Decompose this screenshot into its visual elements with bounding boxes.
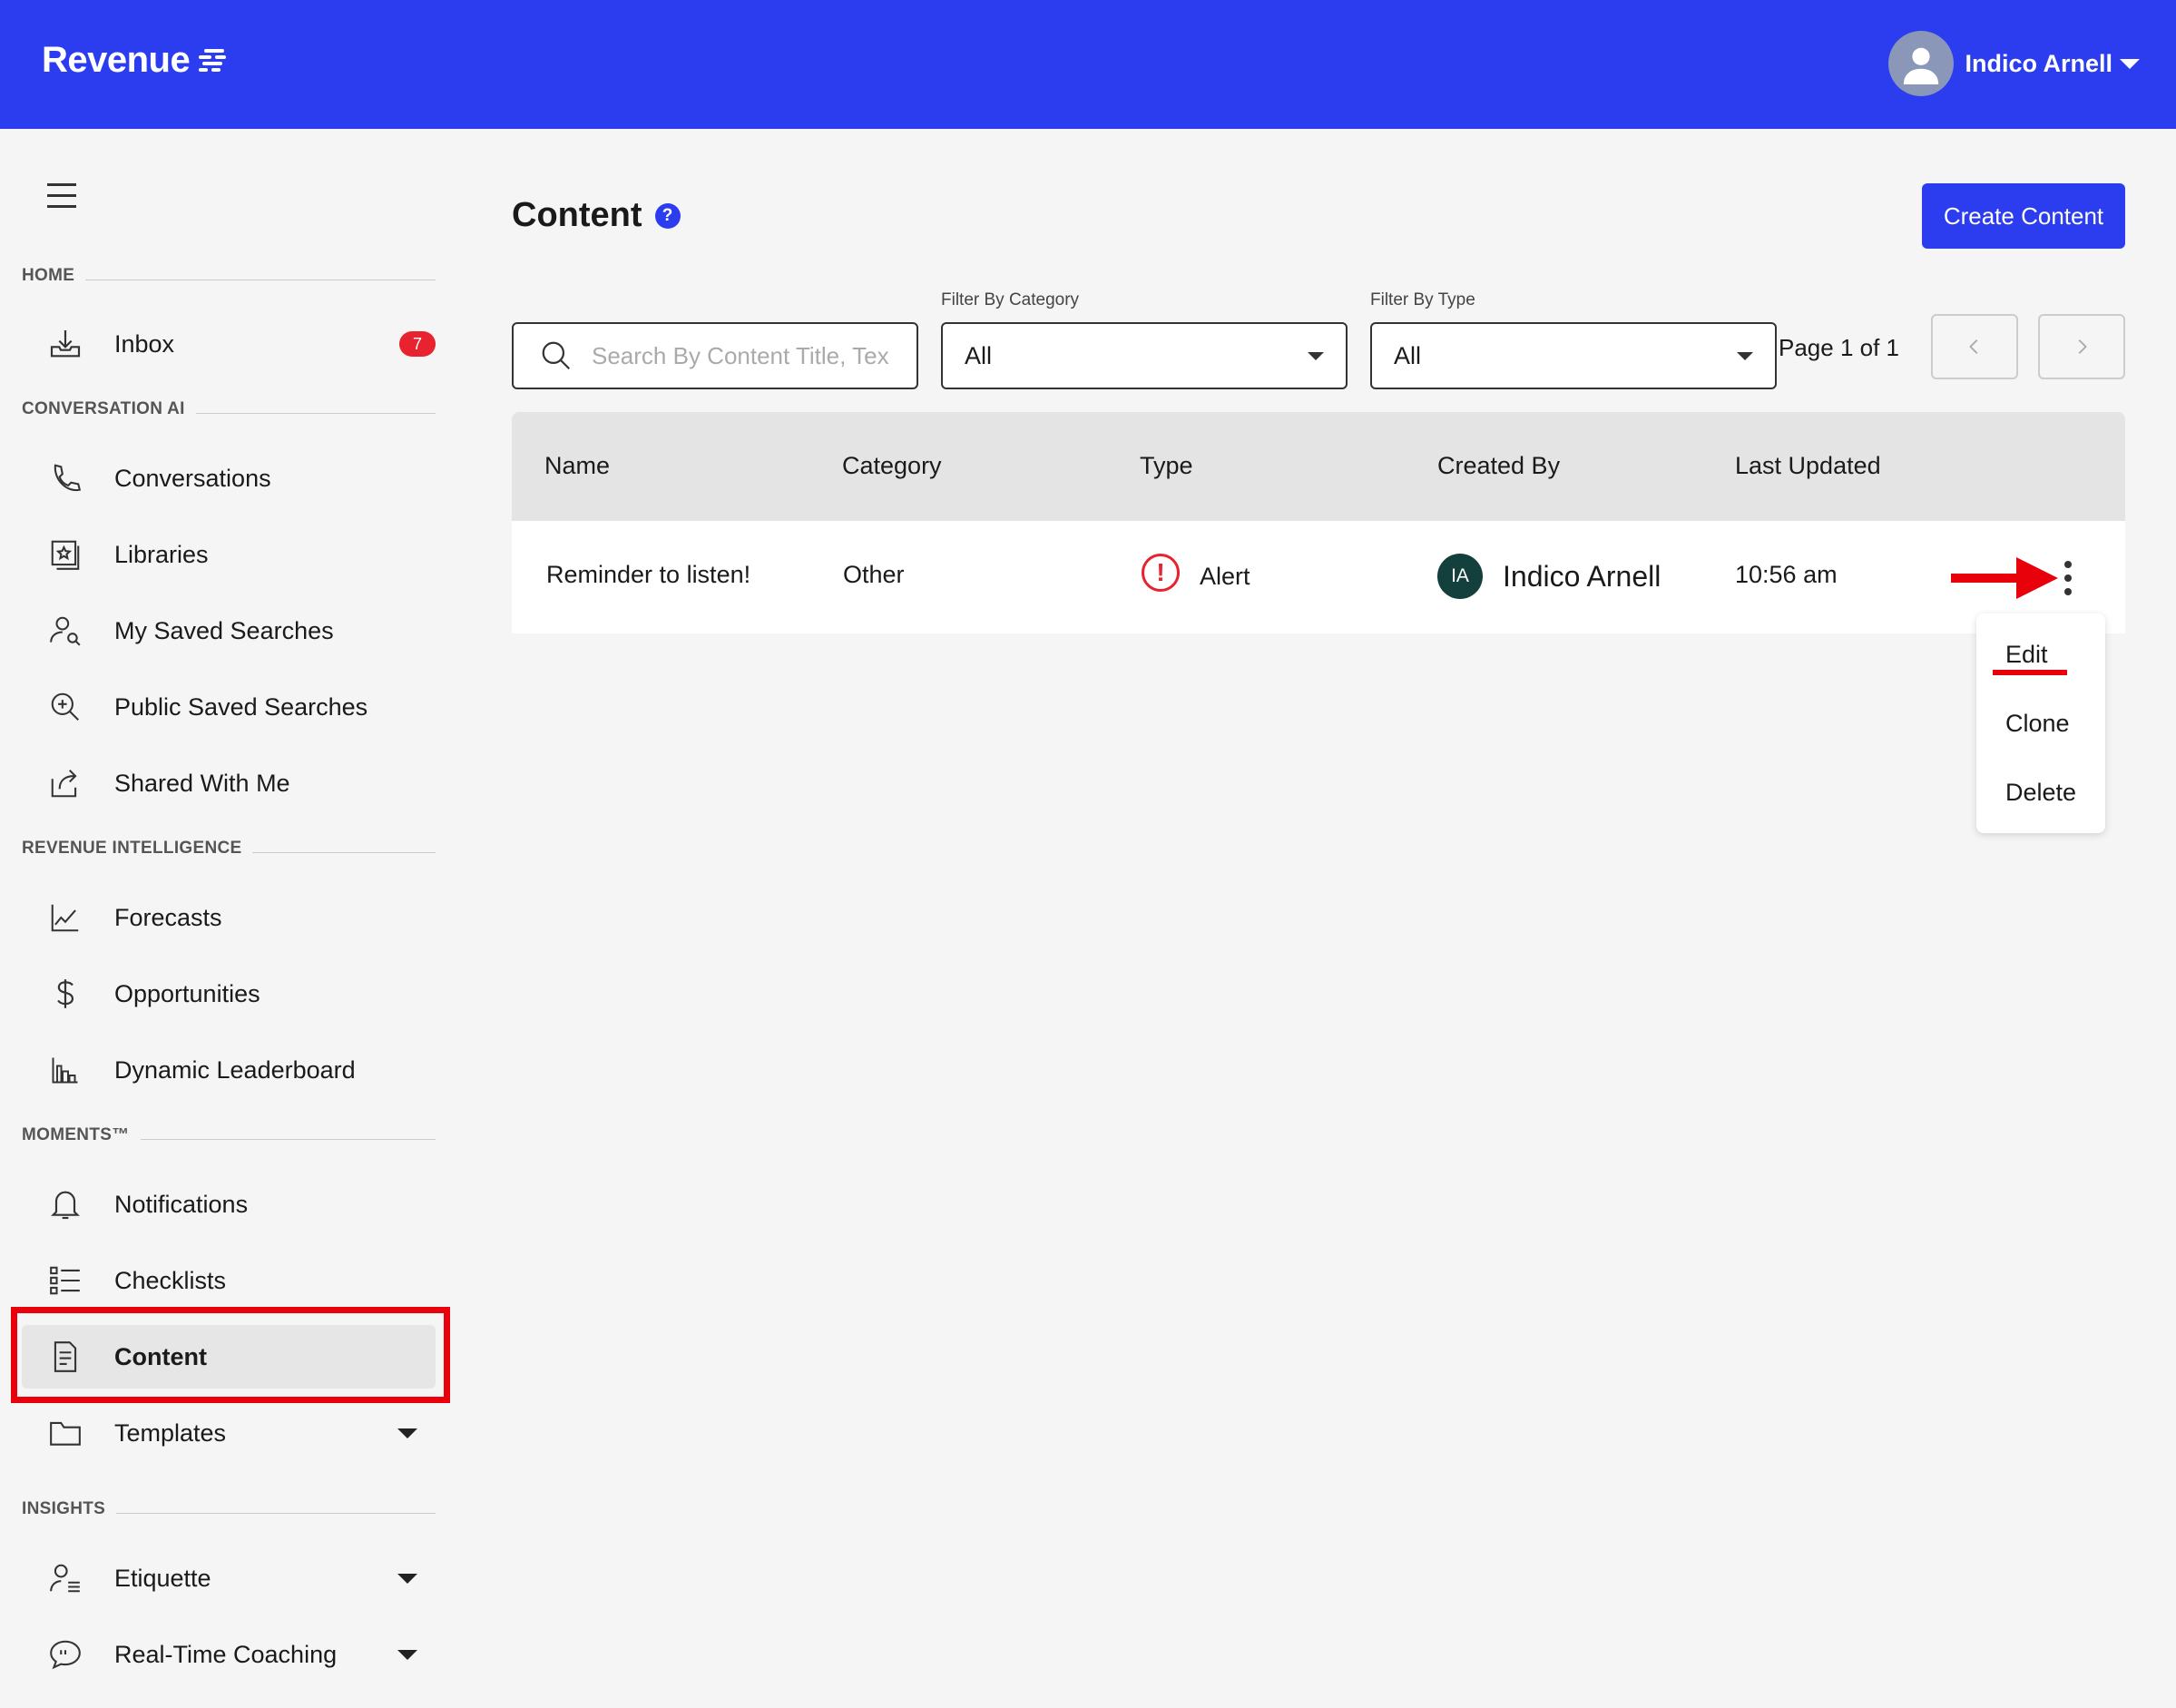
table-header: Name Category Type Created By Last Updat… (512, 412, 2125, 521)
row-actions-menu: Edit Clone Delete (1976, 614, 2105, 833)
menu-item-edit[interactable]: Edit (2005, 641, 2048, 669)
bar-chart-icon (44, 1048, 87, 1092)
sidebar-item-opportunities[interactable]: Opportunities (22, 962, 436, 1026)
chevron-left-icon (1969, 339, 1978, 354)
chevron-down-icon (1737, 351, 1753, 360)
section-insights: INSIGHTS (22, 1496, 436, 1523)
sidebar-item-libraries[interactable]: Libraries (22, 523, 436, 586)
section-conversation-ai: CONVERSATION AI (22, 396, 436, 423)
user-list-icon (44, 1556, 87, 1600)
next-page-button[interactable] (2038, 314, 2125, 379)
page-title: Content ? (512, 196, 681, 235)
user-search-icon (44, 609, 87, 653)
cell-category: Other (843, 561, 905, 588)
logo-bars-icon (199, 45, 227, 76)
column-header-last-updated[interactable]: Last Updated (1735, 452, 1881, 480)
table-row[interactable]: Reminder to listen! Other ! Alert IA Ind… (512, 521, 2125, 633)
filter-category-select[interactable]: All (941, 322, 1348, 389)
speech-bubble-icon (44, 1633, 87, 1676)
inbox-download-icon (44, 322, 87, 366)
annotation-arrow-icon (1951, 557, 2058, 599)
sidebar-item-etiquette[interactable]: Etiquette (22, 1546, 436, 1610)
line-chart-icon (44, 896, 87, 939)
sidebar-item-templates[interactable]: Templates (22, 1401, 436, 1465)
user-icon (1904, 47, 1939, 84)
section-moments: MOMENTS™ (22, 1122, 436, 1149)
library-star-icon (44, 533, 87, 576)
filter-category-value: All (965, 341, 993, 369)
filter-type-value: All (1394, 341, 1422, 369)
pagination-info: Page 1 of 1 (1779, 334, 1899, 361)
row-actions-kebab-icon[interactable] (2062, 561, 2074, 597)
hamburger-menu-icon[interactable] (47, 183, 76, 209)
sidebar-item-inbox[interactable]: Inbox 7 (22, 312, 436, 376)
sidebar-item-forecasts[interactable]: Forecasts (22, 886, 436, 949)
cell-type: ! Alert (1142, 554, 1250, 592)
search-icon (542, 341, 571, 370)
filter-type-select[interactable]: All (1370, 322, 1777, 389)
menu-item-clone[interactable]: Clone (2005, 710, 2070, 738)
cell-last-updated: 10:56 am (1735, 561, 1838, 588)
menu-item-delete[interactable]: Delete (2005, 779, 2076, 807)
chevron-right-icon (2078, 339, 2087, 354)
sidebar-item-conversations[interactable]: Conversations (22, 447, 436, 510)
inbox-count-badge: 7 (399, 331, 436, 357)
section-revenue-intelligence: REVENUE INTELLIGENCE (22, 835, 436, 862)
dollar-icon (44, 972, 87, 1016)
sidebar-item-checklists[interactable]: Checklists (22, 1249, 436, 1312)
top-bar: Revenue Indico Arnell (0, 0, 2176, 129)
sidebar-item-notifications[interactable]: Notifications (22, 1173, 436, 1236)
share-icon (44, 761, 87, 805)
sidebar: HOME Inbox 7 CONVERSATION AI Conversatio… (0, 129, 454, 1708)
search-input[interactable] (592, 341, 900, 370)
logo-text: Revenue (42, 40, 191, 80)
chevron-down-icon[interactable] (397, 1428, 417, 1438)
cell-name: Reminder to listen! (546, 561, 751, 588)
sidebar-item-realtime-coaching[interactable]: Real-Time Coaching (22, 1623, 436, 1686)
folder-icon (44, 1411, 87, 1455)
filter-category-label: Filter By Category (941, 290, 1080, 309)
annotation-underline (1993, 670, 2067, 675)
chevron-down-icon (1308, 351, 1324, 360)
logo[interactable]: Revenue (42, 40, 227, 81)
previous-page-button[interactable] (1931, 314, 2018, 379)
column-header-name[interactable]: Name (544, 452, 610, 480)
annotation-highlight-box (11, 1307, 450, 1403)
column-header-category[interactable]: Category (842, 452, 942, 480)
bell-icon (44, 1183, 87, 1226)
user-name: Indico Arnell (1965, 49, 2112, 77)
column-header-type[interactable]: Type (1140, 452, 1193, 480)
help-icon[interactable]: ? (654, 202, 681, 229)
sidebar-item-my-saved-searches[interactable]: My Saved Searches (22, 599, 436, 663)
creator-avatar: IA (1437, 554, 1483, 599)
chevron-down-icon[interactable] (397, 1573, 417, 1584)
alert-icon: ! (1142, 554, 1180, 592)
sidebar-item-public-saved-searches[interactable]: Public Saved Searches (22, 675, 436, 739)
section-home: HOME (22, 262, 436, 290)
create-content-button[interactable]: Create Content (1922, 183, 2125, 249)
search-box[interactable] (512, 322, 918, 389)
filter-type-label: Filter By Type (1370, 290, 1475, 309)
sidebar-item-shared-with-me[interactable]: Shared With Me (22, 751, 436, 815)
cell-created-by: IA Indico Arnell (1437, 554, 1661, 599)
phone-icon (44, 456, 87, 500)
sidebar-item-dynamic-leaderboard[interactable]: Dynamic Leaderboard (22, 1038, 436, 1102)
chevron-down-icon (2120, 58, 2140, 69)
chevron-down-icon[interactable] (397, 1649, 417, 1660)
column-header-created-by[interactable]: Created By (1437, 452, 1560, 480)
user-menu[interactable]: Indico Arnell (1888, 31, 2140, 96)
zoom-plus-icon (44, 685, 87, 729)
avatar (1888, 31, 1955, 96)
checklist-icon (44, 1259, 87, 1302)
